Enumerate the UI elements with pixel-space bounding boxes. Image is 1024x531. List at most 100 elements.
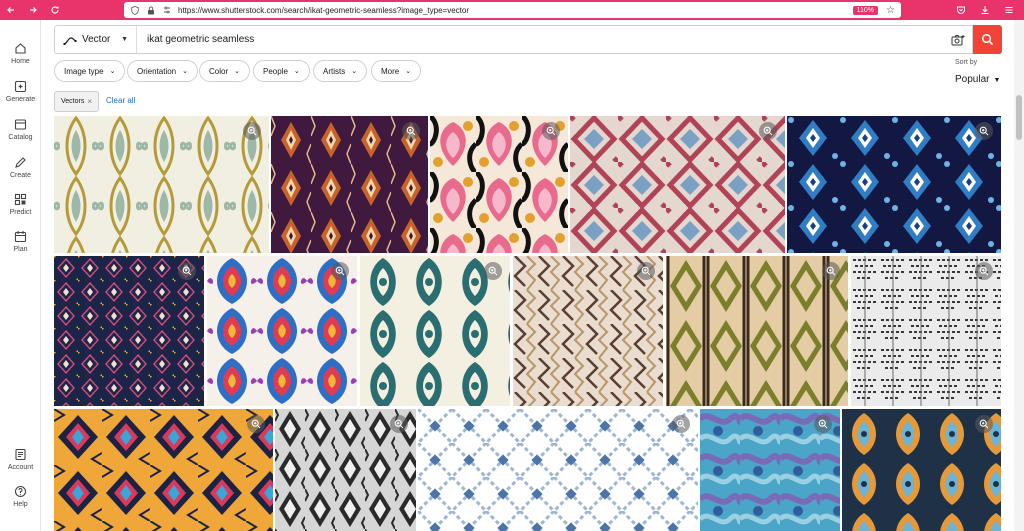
permissions-icon[interactable] xyxy=(162,5,172,15)
zoom-icon[interactable] xyxy=(814,415,832,433)
rail-item-predict[interactable]: Predict xyxy=(0,187,41,221)
reload-icon[interactable] xyxy=(44,0,66,20)
zoom-icon[interactable] xyxy=(331,262,349,280)
image-result[interactable] xyxy=(360,256,510,406)
pattern-thumbnail xyxy=(54,116,269,253)
pocket-icon[interactable] xyxy=(950,0,972,20)
rail-label: Account xyxy=(7,463,34,471)
image-result[interactable] xyxy=(54,256,204,406)
image-result[interactable] xyxy=(700,409,840,531)
image-result[interactable] xyxy=(430,116,568,253)
image-result[interactable] xyxy=(54,409,273,531)
sort-dropdown[interactable]: Popular ▼ xyxy=(955,74,1000,85)
search-button[interactable] xyxy=(973,25,1002,54)
sort-value: Popular xyxy=(955,74,990,85)
search-bar: Vector ▼ xyxy=(54,25,973,54)
forward-icon[interactable] xyxy=(22,0,44,20)
account-icon xyxy=(14,448,28,462)
image-search-icon[interactable] xyxy=(944,26,972,53)
chevron-down-icon: ▼ xyxy=(121,36,128,43)
chevron-down-icon: ⌄ xyxy=(182,68,189,75)
close-icon[interactable]: × xyxy=(87,97,92,106)
image-result[interactable] xyxy=(418,409,698,531)
generate-icon xyxy=(14,80,28,94)
rail-label: Plan xyxy=(13,245,28,253)
zoom-icon[interactable] xyxy=(637,262,655,280)
zoom-icon[interactable] xyxy=(822,262,840,280)
catalog-icon xyxy=(14,118,28,132)
zoom-icon[interactable] xyxy=(178,262,196,280)
download-icon[interactable] xyxy=(974,0,996,20)
chevron-down-icon: ⌄ xyxy=(351,68,358,75)
back-icon[interactable] xyxy=(0,0,22,20)
zoom-icon[interactable] xyxy=(975,122,993,140)
image-result[interactable] xyxy=(842,409,1001,531)
filter-orientation[interactable]: Orientation ⌄ xyxy=(127,60,199,82)
search-input[interactable] xyxy=(137,26,944,53)
asset-type-dropdown[interactable]: Vector ▼ xyxy=(55,26,137,53)
predict-icon xyxy=(14,193,28,207)
pattern-thumbnail xyxy=(570,116,785,253)
filter-artists[interactable]: Artists ⌄ xyxy=(313,60,368,82)
rail-label: Generate xyxy=(5,95,36,103)
zoom-icon[interactable] xyxy=(390,415,408,433)
pill-label: Color xyxy=(209,66,229,76)
sort-by-label: Sort by xyxy=(955,59,978,66)
rail-item-account[interactable]: Account xyxy=(0,442,41,476)
pill-label: Orientation xyxy=(137,66,177,76)
plan-icon xyxy=(14,230,28,244)
url-text: https://www.shutterstock.com/search/ikat… xyxy=(178,5,470,15)
page-scrollbar[interactable] xyxy=(1014,20,1024,531)
zoom-icon[interactable] xyxy=(672,415,690,433)
rail-label: Predict xyxy=(9,208,32,216)
rail-item-catalog[interactable]: Catalog xyxy=(0,112,41,146)
rail-item-home[interactable]: Home xyxy=(0,36,41,70)
image-result[interactable] xyxy=(271,116,428,253)
zoom-icon[interactable] xyxy=(759,122,777,140)
pill-label: Artists xyxy=(323,66,346,76)
image-result[interactable] xyxy=(207,256,357,406)
rail-item-plan[interactable]: Plan xyxy=(0,224,41,258)
image-result[interactable] xyxy=(666,256,848,406)
address-bar[interactable]: https://www.shutterstock.com/search/ikat… xyxy=(124,2,901,18)
zoom-icon[interactable] xyxy=(247,415,265,433)
menu-icon[interactable] xyxy=(998,0,1020,20)
rail-item-create[interactable]: Create xyxy=(0,150,41,184)
bookmark-star-icon[interactable]: ☆ xyxy=(886,5,895,16)
zoom-icon[interactable] xyxy=(975,415,993,433)
chevron-down-icon: ⌄ xyxy=(405,68,412,75)
chip-label: Vectors xyxy=(61,98,85,105)
vector-icon xyxy=(63,34,77,46)
filter-people[interactable]: People ⌄ xyxy=(253,60,310,82)
image-result[interactable] xyxy=(275,409,416,531)
asset-type-label: Vector xyxy=(82,34,111,45)
caret-down-icon: ▼ xyxy=(993,77,1001,84)
rail-item-help[interactable]: Help xyxy=(0,479,41,513)
scrollbar-thumb[interactable] xyxy=(1016,95,1022,140)
filter-more[interactable]: More ⌄ xyxy=(371,60,422,82)
filter-image-type[interactable]: Image type ⌄ xyxy=(54,60,126,82)
zoom-level-badge[interactable]: 110% xyxy=(852,5,879,15)
pattern-thumbnail xyxy=(787,116,1001,253)
chevron-down-icon: ⌄ xyxy=(234,68,240,75)
zoom-icon[interactable] xyxy=(402,122,420,140)
left-navigation: Home Generate Catalog Create Predict Pla… xyxy=(0,20,41,531)
pattern-thumbnail xyxy=(418,409,698,531)
image-result[interactable] xyxy=(513,256,663,406)
zoom-icon[interactable] xyxy=(243,122,261,140)
rail-item-generate[interactable]: Generate xyxy=(0,74,41,108)
image-result[interactable] xyxy=(54,116,269,253)
zoom-icon[interactable] xyxy=(975,262,993,280)
pill-label: People xyxy=(263,66,288,76)
help-icon xyxy=(14,485,28,499)
image-result[interactable] xyxy=(787,116,1001,253)
zoom-icon[interactable] xyxy=(484,262,502,280)
search-icon xyxy=(981,33,994,46)
pattern-thumbnail xyxy=(666,256,848,406)
clear-all-link[interactable]: Clear all xyxy=(106,96,135,105)
filter-color[interactable]: Color ⌄ xyxy=(199,60,250,82)
zoom-icon[interactable] xyxy=(542,122,560,140)
image-result[interactable] xyxy=(570,116,785,253)
image-result[interactable] xyxy=(851,256,1001,406)
active-filter-chip[interactable]: Vectors × xyxy=(54,91,99,112)
